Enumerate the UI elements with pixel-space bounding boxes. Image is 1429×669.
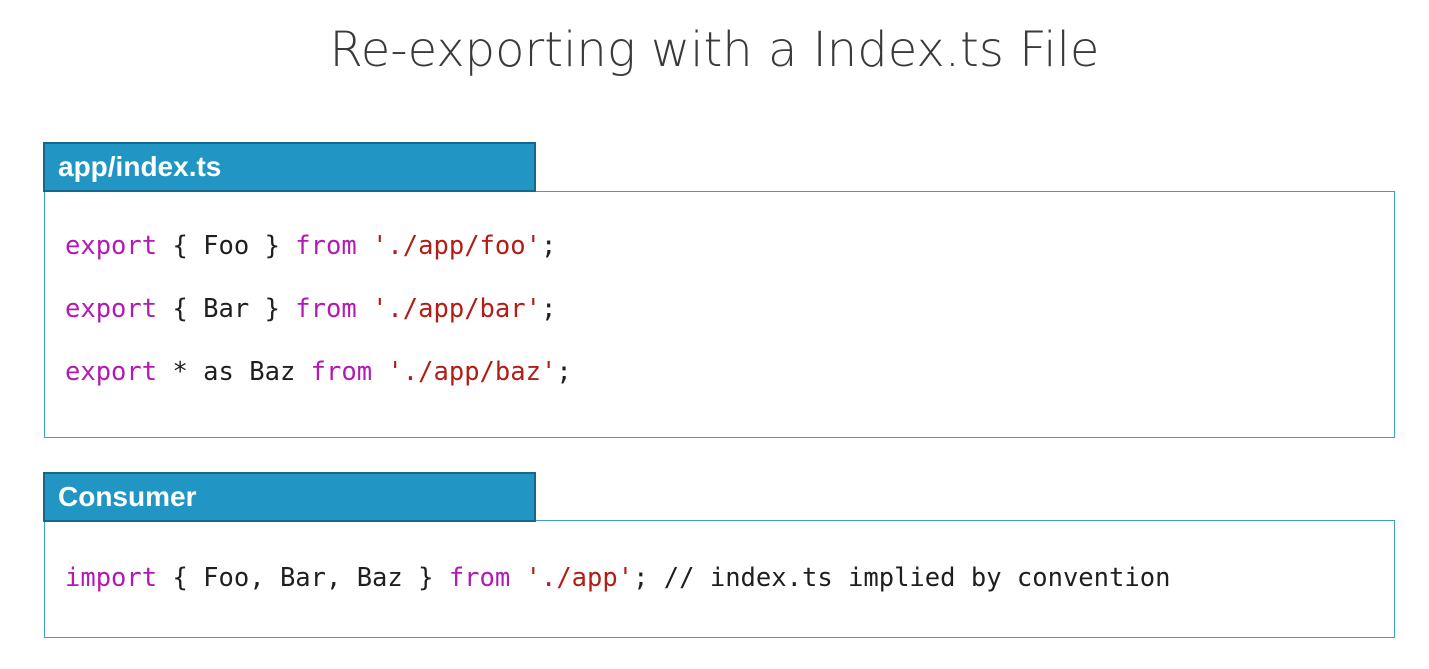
code-line: export { Bar } from './app/bar';: [65, 292, 556, 326]
code-keyword: export: [65, 231, 158, 261]
code-text: { Foo, Bar, Baz }: [157, 563, 449, 593]
code-text: ;: [633, 563, 664, 593]
code-keyword: export: [65, 294, 158, 324]
code-text: { Bar }: [157, 294, 296, 324]
code-line: export * as Baz from './app/baz';: [65, 355, 572, 389]
slide-title: Re-exporting with a Index.ts File: [329, 22, 1100, 78]
code-text: ;: [556, 357, 572, 387]
code-string: './app': [525, 563, 634, 593]
code-string: './app/baz': [387, 357, 557, 387]
code-text: * as Baz: [157, 357, 311, 387]
code-text: ;: [540, 231, 557, 261]
code-keyword: import: [65, 563, 158, 593]
code-line: import { Foo, Bar, Baz } from './app'; /…: [65, 561, 1170, 595]
code-keyword: from: [310, 357, 373, 387]
code-panel-consumer: import { Foo, Bar, Baz } from './app'; /…: [44, 520, 1395, 638]
code-comment: // index.ts implied by convention: [663, 563, 1171, 593]
code-text: { Foo }: [157, 231, 296, 261]
panel-tab-consumer: Consumer: [43, 472, 536, 522]
code-keyword: export: [65, 357, 158, 387]
code-keyword: from: [295, 294, 357, 324]
code-text: ;: [540, 294, 557, 324]
code-line: export { Foo } from './app/foo';: [65, 229, 556, 263]
code-string: './app/foo': [372, 231, 541, 261]
code-panel-app-index: export { Foo } from './app/foo'; export …: [44, 191, 1395, 438]
code-string: './app/bar': [372, 294, 541, 324]
code-keyword: from: [295, 231, 357, 261]
panel-tab-app-index: app/index.ts: [43, 142, 536, 192]
code-keyword: from: [448, 563, 511, 593]
